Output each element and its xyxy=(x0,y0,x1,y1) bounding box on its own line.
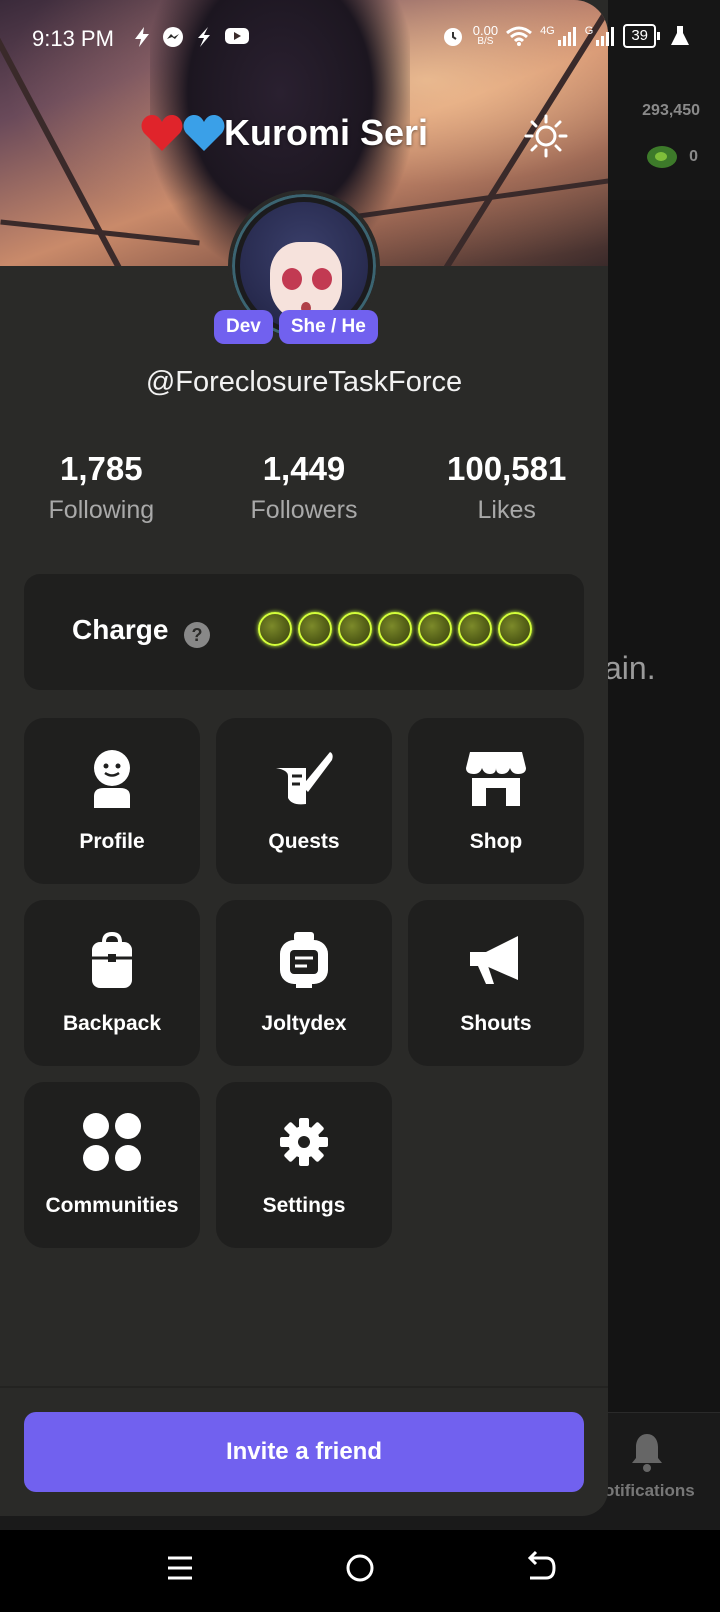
menu-item-joltydex[interactable]: Joltydex xyxy=(216,900,392,1066)
gear-icon xyxy=(280,1118,328,1166)
charge-panel: Charge ? xyxy=(24,574,584,690)
charge-orb xyxy=(338,612,372,646)
menu-item-settings[interactable]: Settings xyxy=(216,1082,392,1248)
stat-followers[interactable]: 1,449 Followers xyxy=(203,450,406,525)
wifi-icon xyxy=(506,26,533,46)
divider xyxy=(0,1386,608,1388)
stat-following[interactable]: 1,785 Following xyxy=(0,450,203,525)
menu-item-label: Profile xyxy=(79,830,145,853)
charge-orb xyxy=(258,612,292,646)
system-icons: 0.00 B/S 4G G 39 xyxy=(441,24,690,48)
menu-item-quests[interactable]: Quests xyxy=(216,718,392,884)
bolt-app-icon xyxy=(198,27,210,47)
shop-icon xyxy=(466,752,526,806)
notification-icons xyxy=(132,26,250,48)
charge-orb xyxy=(498,612,532,646)
alarm-icon xyxy=(443,28,462,46)
pronouns-badge: She / He xyxy=(278,310,378,344)
menu-nav-icon[interactable] xyxy=(160,1548,200,1588)
stat-label: Likes xyxy=(477,496,536,524)
notifications-tab-label[interactable]: otifications xyxy=(604,1481,695,1501)
stat-label: Following xyxy=(48,496,155,524)
theme-toggle-sun-icon[interactable] xyxy=(524,114,568,158)
red-heart-icon xyxy=(140,113,184,153)
flask-icon xyxy=(671,26,689,45)
communities-icon xyxy=(83,1113,141,1171)
clock: 9:13 PM xyxy=(32,26,114,51)
energy-value: 0 xyxy=(689,148,698,165)
help-icon[interactable]: ? xyxy=(184,622,210,648)
charge-orb xyxy=(418,612,452,646)
lightning-icon xyxy=(135,27,149,47)
charge-orbs xyxy=(244,610,554,660)
menu-item-shouts[interactable]: Shouts xyxy=(408,900,584,1066)
net-speed-value: 0.00 xyxy=(472,23,499,38)
quests-icon xyxy=(276,752,333,805)
stat-label: Followers xyxy=(250,496,358,524)
menu-item-label: Communities xyxy=(45,1194,179,1217)
menu-item-backpack[interactable]: Backpack xyxy=(24,900,200,1066)
status-bar: 9:13 PM 0.00 B/S 4G G 39 xyxy=(0,0,720,80)
back-nav-icon[interactable] xyxy=(520,1548,560,1588)
menu-item-label: Joltydex xyxy=(261,1012,347,1035)
signal-icon xyxy=(557,27,576,46)
messenger-icon xyxy=(163,27,183,47)
menu-item-label: Settings xyxy=(262,1194,346,1217)
system-nav-bar xyxy=(0,1530,720,1612)
coins-counter: 293,450 xyxy=(642,102,700,119)
invite-friend-button[interactable]: Invite a friend xyxy=(24,1412,584,1492)
menu-item-label: Shouts xyxy=(460,1012,532,1035)
megaphone-icon xyxy=(470,936,518,984)
charge-label: Charge xyxy=(72,614,169,645)
profile-stats: 1,785 Following 1,449 Followers 100,581 … xyxy=(0,450,608,525)
menu-item-profile[interactable]: Profile xyxy=(24,718,200,884)
net-speed: 0.00 B/S xyxy=(472,23,499,47)
profile-icon xyxy=(94,750,130,808)
side-drawer: Kuromi Seri Dev She / He @ForeclosureTas… xyxy=(0,0,608,1516)
dev-badge: Dev xyxy=(214,310,273,344)
charge-orb xyxy=(378,612,412,646)
menu-item-shop[interactable]: Shop xyxy=(408,718,584,884)
menu-grid: Profile Quests Shop Backpack Joltydex Sh… xyxy=(24,718,584,1248)
stat-likes[interactable]: 100,581 Likes xyxy=(405,450,608,525)
stat-value: 100,581 xyxy=(447,450,567,487)
battery-indicator: 39 xyxy=(623,24,660,48)
username: @ForeclosureTaskForce xyxy=(145,366,463,398)
menu-item-label: Shop xyxy=(469,830,523,853)
menu-item-communities[interactable]: Communities xyxy=(24,1082,200,1248)
joltydex-icon xyxy=(280,932,328,988)
energy-icon xyxy=(647,146,678,168)
network-g-label: G xyxy=(584,25,594,37)
display-name: Kuromi Seri xyxy=(224,112,429,153)
signal-icon-2 xyxy=(596,27,615,46)
background-text: ain. xyxy=(604,650,656,686)
backpack-icon xyxy=(92,931,132,988)
energy-counter: 0 xyxy=(647,146,698,168)
stat-value: 1,449 xyxy=(262,450,346,487)
badges: Dev She / He xyxy=(214,310,378,344)
bell-icon[interactable] xyxy=(630,1432,664,1472)
network-4g-label: 4G xyxy=(540,25,555,37)
charge-orb xyxy=(458,612,492,646)
charge-orb xyxy=(298,612,332,646)
menu-item-label: Quests xyxy=(268,830,340,853)
youtube-icon xyxy=(225,28,249,44)
menu-item-label: Backpack xyxy=(62,1012,162,1035)
display-name-row: Kuromi Seri xyxy=(140,112,428,154)
blue-heart-icon xyxy=(182,113,226,153)
home-nav-icon[interactable] xyxy=(340,1548,380,1588)
stat-value: 1,785 xyxy=(60,450,143,487)
